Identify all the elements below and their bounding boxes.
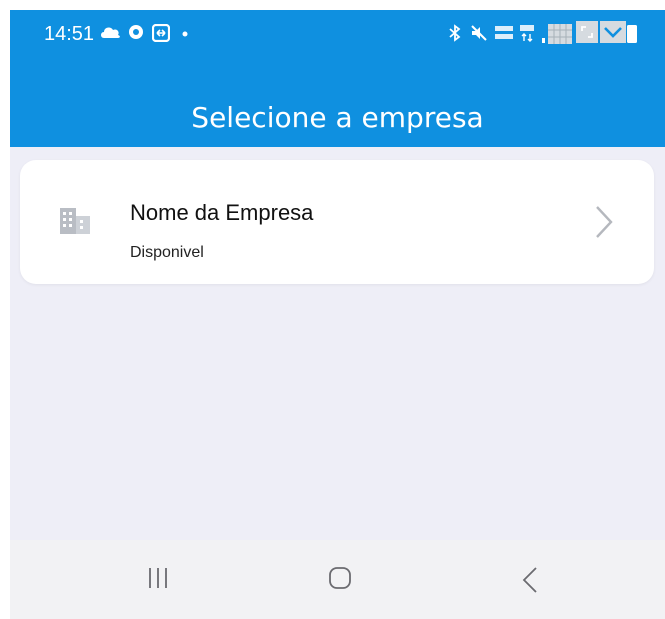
status-bar: 14:51 — [10, 10, 665, 60]
system-nav-bar — [10, 540, 665, 619]
chevron-down-icon — [600, 21, 626, 43]
cloud-icon — [101, 27, 120, 38]
page-title: Selecione a empresa — [191, 100, 484, 134]
building-icon — [60, 208, 90, 234]
app-bar: 14:51 Selecione a empresa — [10, 10, 665, 147]
company-name: Nome da Empresa — [130, 200, 314, 225]
home-icon[interactable] — [328, 566, 352, 590]
app-icon — [152, 24, 170, 42]
bluetooth-icon — [449, 24, 461, 42]
back-icon[interactable] — [520, 566, 540, 594]
dot-icon — [182, 31, 188, 37]
chevron-right-icon[interactable] — [594, 205, 614, 239]
volte-icon — [495, 26, 513, 39]
status-time: 14:51 — [44, 23, 95, 45]
battery-icon — [627, 25, 637, 43]
company-status: Disponivel — [130, 244, 204, 261]
4g-icon — [520, 25, 534, 42]
expand-icon — [576, 21, 598, 43]
eye-icon — [129, 25, 143, 39]
signal-icon — [542, 24, 572, 44]
mute-icon — [471, 25, 487, 41]
recent-apps-icon[interactable] — [146, 566, 170, 590]
company-list-item[interactable]: Nome da Empresa Disponivel — [20, 160, 654, 284]
phone-screen: 14:51 Selecione a empresa Nome da Empres… — [10, 10, 665, 619]
